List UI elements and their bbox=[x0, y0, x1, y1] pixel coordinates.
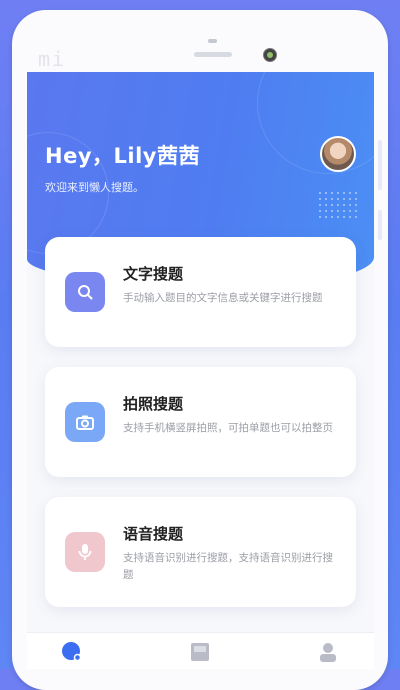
photo-search-card[interactable]: 拍照搜题 支持手机横竖屏拍照，可拍单题也可以拍整页 bbox=[45, 367, 356, 477]
card-title: 文字搜题 bbox=[123, 265, 184, 283]
tab-home[interactable] bbox=[61, 641, 83, 667]
earpiece-speaker bbox=[194, 52, 232, 57]
camera-icon bbox=[65, 402, 105, 442]
microphone-icon bbox=[65, 532, 105, 572]
search-icon bbox=[65, 272, 105, 312]
volume-button bbox=[378, 140, 382, 190]
decor-dots bbox=[317, 190, 357, 220]
card-description: 手动输入题目的文字信息或关键字进行搜题 bbox=[123, 292, 323, 304]
card-description: 支持语音识别进行搜题，支持语音识别进行搜题 bbox=[123, 552, 333, 581]
proximity-sensor bbox=[208, 39, 217, 43]
card-title: 语音搜题 bbox=[123, 525, 184, 543]
avatar[interactable] bbox=[320, 136, 356, 172]
home-search-icon bbox=[62, 642, 82, 662]
decor-circle bbox=[257, 72, 374, 174]
voice-search-card[interactable]: 语音搜题 支持语音识别进行搜题，支持语音识别进行搜题 bbox=[45, 497, 356, 607]
card-description: 支持手机横竖屏拍照，可拍单题也可以拍整页 bbox=[123, 422, 333, 434]
front-camera bbox=[263, 48, 277, 62]
greeting-title: Hey，Lily茜茜 bbox=[45, 144, 200, 168]
book-icon bbox=[191, 643, 209, 661]
app-screen: Hey，Lily茜茜 欢迎来到懒人搜题。 文字搜题 手动输入题目的文字信息或关键… bbox=[27, 72, 374, 669]
bottom-tab-bar bbox=[27, 632, 374, 669]
text-search-card[interactable]: 文字搜题 手动输入题目的文字信息或关键字进行搜题 bbox=[45, 237, 356, 347]
profile-icon bbox=[320, 643, 336, 662]
tab-library[interactable] bbox=[189, 641, 211, 667]
greeting-subtitle: 欢迎来到懒人搜题。 bbox=[45, 181, 144, 194]
brand-logo: mi bbox=[38, 47, 67, 71]
card-title: 拍照搜题 bbox=[123, 395, 184, 413]
tab-profile[interactable] bbox=[317, 641, 339, 667]
power-button bbox=[378, 210, 382, 240]
